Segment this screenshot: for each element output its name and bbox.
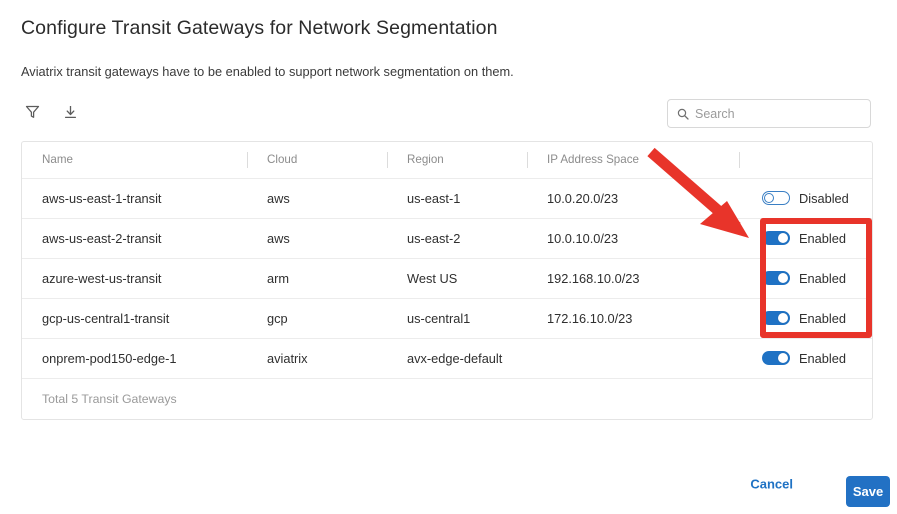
cell-region: us-east-1 xyxy=(387,178,527,219)
table-row: aws-us-east-1-transit aws us-east-1 10.0.20… xyxy=(22,178,872,219)
table: Name Cloud Region IP Address Space aws-u… xyxy=(22,142,872,379)
toggle-knob xyxy=(764,193,774,203)
table-header: Name Cloud Region IP Address Space xyxy=(22,142,872,179)
state-label: Enabled xyxy=(799,230,846,246)
cell-state: Enabled xyxy=(739,218,872,259)
cell-ip-address-space: 192.168.10.0/23 xyxy=(527,258,739,299)
state-wrapper: Disabled xyxy=(739,179,872,218)
cell-ip-address-space xyxy=(527,338,739,379)
cell-cloud: arm xyxy=(247,258,387,299)
cell-cloud: aws xyxy=(247,218,387,259)
cell-cloud: gcp xyxy=(247,298,387,339)
cell-region: West US xyxy=(387,258,527,299)
state-wrapper: Enabled xyxy=(739,339,872,378)
transit-gateways-table: Name Cloud Region IP Address Space aws-u… xyxy=(21,141,873,420)
cell-name: aws-us-east-1-transit xyxy=(22,178,247,219)
state-wrapper: Enabled xyxy=(739,219,872,258)
table-row: aws-us-east-2-transit aws us-east-2 10.0.10… xyxy=(22,218,872,259)
cancel-button[interactable]: Cancel xyxy=(750,477,793,492)
page-title: Configure Transit Gateways for Network S… xyxy=(21,17,498,39)
search-input[interactable] xyxy=(695,106,855,121)
page-subtitle: Aviatrix transit gateways have to be ena… xyxy=(21,64,514,79)
column-header-ip-address-space[interactable]: IP Address Space xyxy=(527,142,739,179)
cell-cloud: aviatrix xyxy=(247,338,387,379)
download-icon[interactable] xyxy=(59,100,81,124)
cell-ip-address-space: 172.16.10.0/23 xyxy=(527,298,739,339)
table-toolbar xyxy=(21,100,81,124)
search-icon xyxy=(677,108,689,120)
filter-icon[interactable] xyxy=(21,100,43,124)
table-row: gcp-us-central1-transit gcp us-central1 172… xyxy=(22,298,872,339)
table-footer: Total 5 Transit Gateways xyxy=(42,391,177,406)
table-header-row: Name Cloud Region IP Address Space xyxy=(22,142,872,179)
toggle-knob xyxy=(778,273,788,283)
cell-state: Enabled xyxy=(739,338,872,379)
toggle-knob xyxy=(778,233,788,243)
segmentation-toggle[interactable] xyxy=(762,191,790,205)
segmentation-toggle[interactable] xyxy=(762,351,790,365)
cell-region: avx-edge-default xyxy=(387,338,527,379)
toggle-knob xyxy=(778,313,788,323)
cell-ip-address-space: 10.0.20.0/23 xyxy=(527,178,739,219)
state-label: Enabled xyxy=(799,310,846,326)
column-header-name[interactable]: Name xyxy=(22,142,247,179)
cell-cloud: aws xyxy=(247,178,387,219)
cell-name: gcp-us-central1-transit xyxy=(22,298,247,339)
state-label: Enabled xyxy=(799,350,846,366)
column-header-region[interactable]: Region xyxy=(387,142,527,179)
table-row: onprem-pod150-edge-1 aviatrix avx-edge-def… xyxy=(22,338,872,379)
cell-region: us-east-2 xyxy=(387,218,527,259)
state-label: Disabled xyxy=(799,190,849,206)
cell-state: Disabled xyxy=(739,178,872,219)
column-header-cloud[interactable]: Cloud xyxy=(247,142,387,179)
table-row: azure-west-us-transit arm West US 192.168.1… xyxy=(22,258,872,299)
cell-state: Enabled xyxy=(739,298,872,339)
toggle-knob xyxy=(778,353,788,363)
segmentation-toggle[interactable] xyxy=(762,271,790,285)
cell-state: Enabled xyxy=(739,258,872,299)
segmentation-toggle[interactable] xyxy=(762,311,790,325)
search-box[interactable] xyxy=(667,99,871,128)
state-label: Enabled xyxy=(799,270,846,286)
save-button[interactable]: Save xyxy=(846,476,890,507)
cell-name: azure-west-us-transit xyxy=(22,258,247,299)
table-body: aws-us-east-1-transit aws us-east-1 10.0.20… xyxy=(22,178,872,379)
cell-name: aws-us-east-2-transit xyxy=(22,218,247,259)
state-wrapper: Enabled xyxy=(739,299,872,338)
cell-region: us-central1 xyxy=(387,298,527,339)
segmentation-toggle[interactable] xyxy=(762,231,790,245)
state-wrapper: Enabled xyxy=(739,259,872,298)
column-header-state[interactable] xyxy=(739,142,872,179)
cell-name: onprem-pod150-edge-1 xyxy=(22,338,247,379)
cell-ip-address-space: 10.0.10.0/23 xyxy=(527,218,739,259)
